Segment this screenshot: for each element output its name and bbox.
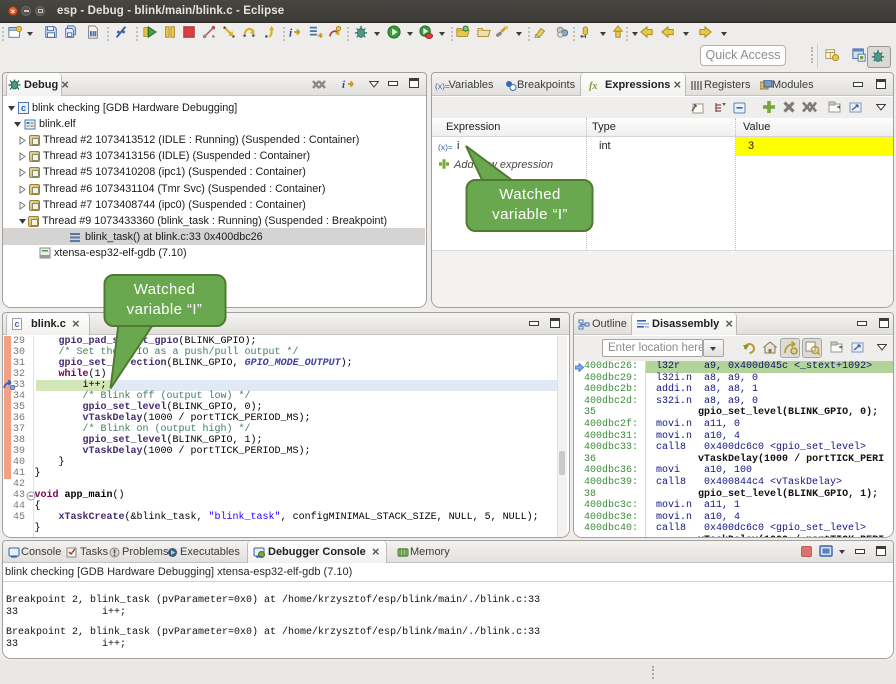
svg-text:i: i xyxy=(289,27,293,39)
svg-text:fx: fx xyxy=(589,81,597,91)
svg-text:(x)=: (x)= xyxy=(435,81,450,91)
svg-text:i: i xyxy=(342,79,346,91)
svg-text:(x)=: (x)= xyxy=(438,142,453,152)
